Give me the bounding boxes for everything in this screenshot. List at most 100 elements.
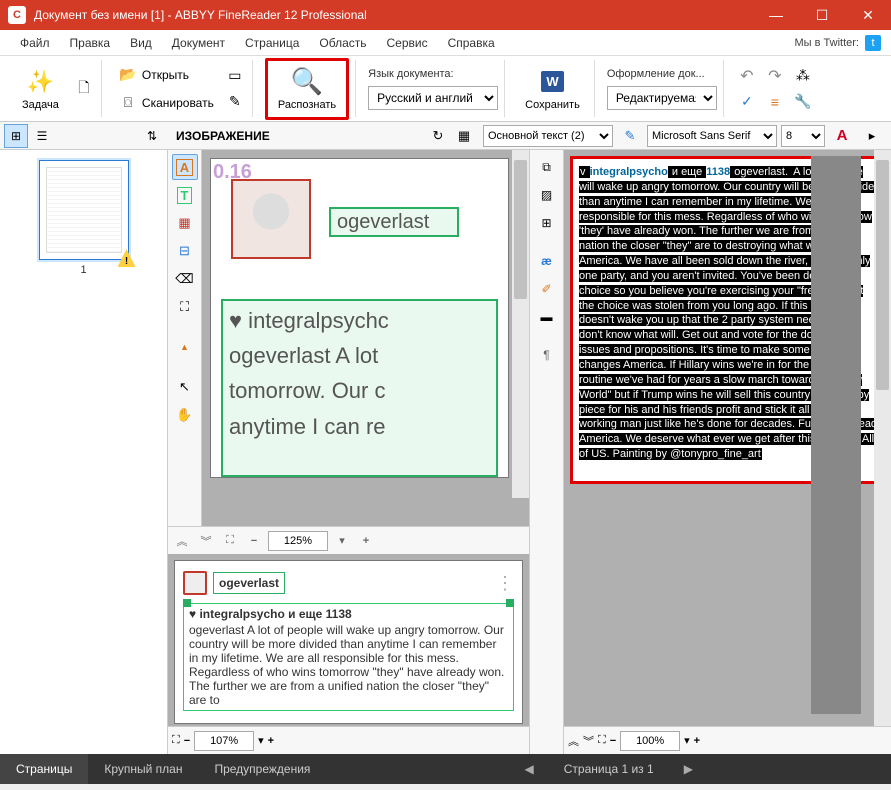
image-detected-picture[interactable] xyxy=(231,179,311,259)
ttool-tab[interactable]: ⊞ xyxy=(534,210,560,236)
language-select[interactable]: Русский и англий xyxy=(368,86,498,110)
redo-button[interactable] xyxy=(764,65,786,87)
pages-thumb-view[interactable] xyxy=(4,124,28,148)
tool-select-all[interactable] xyxy=(172,294,198,320)
ttool-nonprint[interactable] xyxy=(534,342,560,368)
menu-view[interactable]: Вид xyxy=(120,32,162,54)
image-fit[interactable] xyxy=(220,531,240,551)
image-zoom-out[interactable] xyxy=(244,531,264,551)
text-expand-button[interactable]: ▸ xyxy=(859,123,885,149)
verify-button[interactable] xyxy=(736,91,758,113)
page-thumbnail-1[interactable]: ! xyxy=(39,160,129,260)
image-text-zone-2[interactable]: ♥ integralpsychc ogeverlast A lot tomorr… xyxy=(221,299,498,477)
font-size-select[interactable]: 8 xyxy=(781,125,825,147)
image-canvas[interactable]: 0.16 ogeverlast ♥ integralpsychc ogeverl… xyxy=(202,150,529,526)
find-button[interactable] xyxy=(792,65,814,87)
recognize-button[interactable]: Распознать xyxy=(270,63,344,115)
text-zoom-in[interactable] xyxy=(694,735,700,747)
text-pane: ▨ ⊞ ▬ v integralpsycho и еще 1138 ogever… xyxy=(530,150,891,754)
menu-page[interactable]: Страница xyxy=(235,32,309,54)
menu-area[interactable]: Область xyxy=(309,32,376,54)
task-label: Задача xyxy=(22,99,59,111)
text-fit[interactable] xyxy=(598,734,606,747)
page-prev[interactable]: ◀ xyxy=(525,762,534,776)
image-zoom-value[interactable] xyxy=(268,531,328,551)
task-button[interactable]: Задача xyxy=(14,63,67,115)
recognize-highlight: Распознать xyxy=(265,58,349,120)
image-lower-canvas[interactable]: ogeverlast ⋮ ♥ integralpsycho и еще 1138… xyxy=(168,554,529,754)
layout-select[interactable]: Редактируемая xyxy=(607,86,717,110)
menubar: Файл Правка Вид Документ Страница Област… xyxy=(0,30,891,56)
ttool-color[interactable]: ▬ xyxy=(534,304,560,330)
lower-zoom-value[interactable] xyxy=(194,731,254,751)
text-zoom-value[interactable] xyxy=(620,731,680,751)
font-grow-button[interactable] xyxy=(829,123,855,149)
styles-button[interactable] xyxy=(764,91,786,113)
tool-eraser[interactable] xyxy=(172,266,198,292)
image-zoom-in[interactable] xyxy=(356,531,376,551)
save-word-button[interactable]: Сохранить xyxy=(517,63,588,115)
tool-cursor[interactable] xyxy=(172,374,198,400)
page-number-label: 1 xyxy=(10,264,157,276)
tool-hand[interactable] xyxy=(172,402,198,428)
image-collapse-up[interactable] xyxy=(172,531,192,551)
text-collapse-down[interactable] xyxy=(583,733,594,749)
page-next[interactable]: ▶ xyxy=(684,762,693,776)
tool-area-recognition[interactable] xyxy=(172,154,198,180)
image-text-zone-1[interactable]: ogeverlast xyxy=(329,207,459,237)
sb-tab-warnings[interactable]: Предупреждения xyxy=(198,754,326,784)
image-analyze[interactable]: ▦ xyxy=(451,123,477,149)
text-collapse-up[interactable] xyxy=(568,733,579,749)
window-title: Документ без имени [1] - ABBYY FineReade… xyxy=(34,8,753,22)
layout-label: Оформление док... xyxy=(607,68,717,80)
ttool-brush[interactable] xyxy=(534,276,560,302)
text-scrollbar[interactable] xyxy=(874,150,891,726)
menu-document[interactable]: Документ xyxy=(162,32,235,54)
tool-table-area[interactable] xyxy=(172,238,198,264)
menu-help[interactable]: Справка xyxy=(438,32,505,54)
image-pane: 0.16 ogeverlast ♥ integralpsychc ogeverl… xyxy=(168,150,530,754)
page-tool-1[interactable] xyxy=(224,65,246,87)
sb-tab-closeup[interactable]: Крупный план xyxy=(88,754,198,784)
scan-label: Сканировать xyxy=(142,96,214,110)
text-canvas[interactable]: v integralpsycho и еще 1138 ogeverlast. … xyxy=(564,150,891,754)
tool-image-area[interactable] xyxy=(172,210,198,236)
lower-zoom-in[interactable] xyxy=(268,735,274,747)
page-tool-2[interactable] xyxy=(224,91,246,113)
image-scrollbar[interactable] xyxy=(512,150,529,498)
tool-text-area[interactable] xyxy=(172,182,198,208)
text-style-select[interactable]: Основной текст (2) xyxy=(483,125,613,147)
twitter-link[interactable]: Мы в Twitter: t xyxy=(795,35,881,51)
image-collapse-down[interactable] xyxy=(196,531,216,551)
new-doc-button[interactable] xyxy=(73,78,95,100)
maximize-button[interactable]: ☐ xyxy=(799,0,845,30)
scan-button[interactable]: Сканировать xyxy=(114,91,218,115)
options-button[interactable] xyxy=(792,91,814,113)
minimize-button[interactable]: — xyxy=(753,0,799,30)
open-label: Открыть xyxy=(142,68,189,82)
ttool-layout[interactable] xyxy=(534,154,560,180)
pages-list-view[interactable] xyxy=(30,124,54,148)
image-zoom-dropdown[interactable]: ▾ xyxy=(332,531,352,551)
close-button[interactable]: ✕ xyxy=(845,0,891,30)
undo-button[interactable] xyxy=(736,65,758,87)
highlight-button[interactable] xyxy=(617,123,643,149)
image-reread[interactable] xyxy=(425,123,451,149)
ttool-pic[interactable]: ▨ xyxy=(534,182,560,208)
pages-sort[interactable]: ⇅ xyxy=(140,124,164,148)
menu-edit[interactable]: Правка xyxy=(60,32,121,54)
ttool-chars[interactable] xyxy=(534,248,560,274)
font-select[interactable]: Microsoft Sans Serif xyxy=(647,125,777,147)
menu-service[interactable]: Сервис xyxy=(377,32,438,54)
lower-zoom-dropdown[interactable]: ▾ xyxy=(258,734,264,747)
sb-tab-pages[interactable]: Страницы xyxy=(0,754,88,784)
text-zoom-out[interactable] xyxy=(610,735,616,747)
open-button[interactable]: Открыть xyxy=(114,63,218,87)
scanner-icon xyxy=(118,93,138,113)
lower-zoom-out[interactable] xyxy=(184,735,190,747)
tool-order[interactable] xyxy=(172,334,198,360)
lower-fit[interactable] xyxy=(172,734,180,747)
menu-file[interactable]: Файл xyxy=(10,32,60,54)
text-tools: ▨ ⊞ ▬ xyxy=(530,150,564,754)
text-zoom-dropdown[interactable]: ▾ xyxy=(684,734,690,747)
